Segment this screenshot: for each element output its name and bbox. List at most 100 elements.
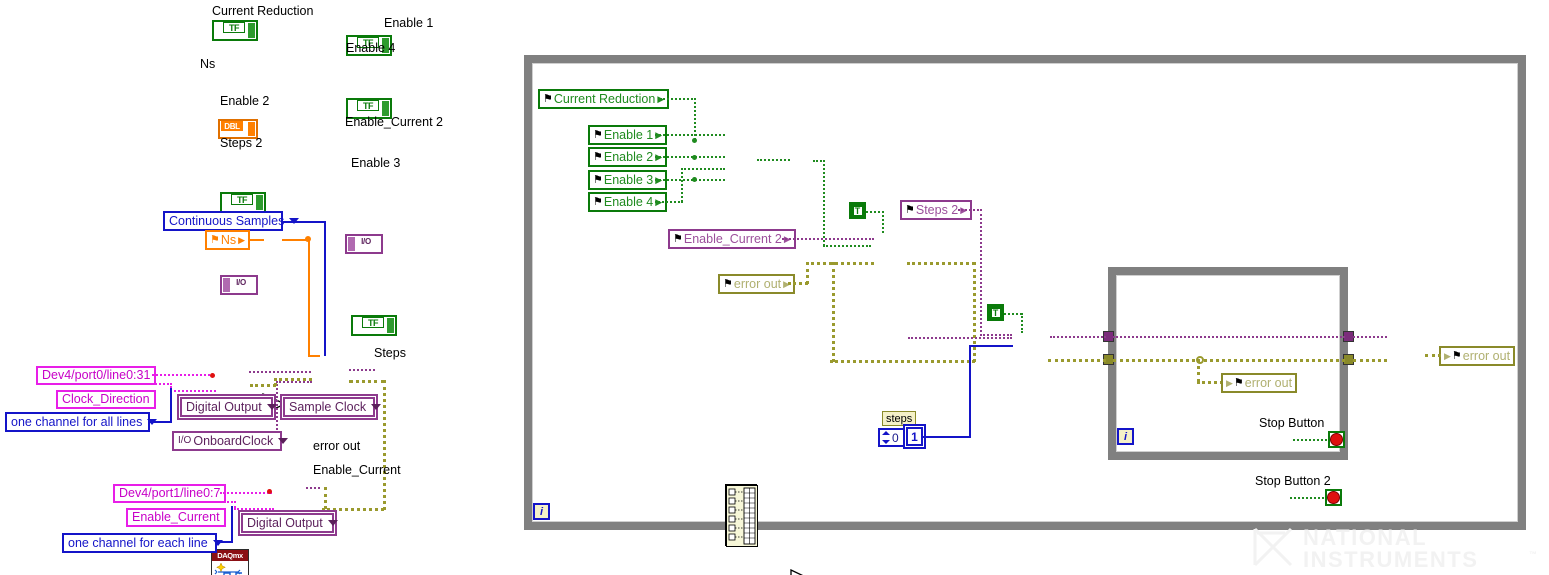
terminal-arrow-icon <box>387 318 394 333</box>
stop-icon <box>1327 491 1340 504</box>
inner-loop-conditional-terminal[interactable] <box>1328 431 1345 448</box>
local-variable-ns[interactable]: ⚑ Ns ▶ <box>205 230 251 250</box>
wire-steps-const-h <box>923 436 971 438</box>
terminal-arrow-icon: ▶ <box>238 234 246 245</box>
ring-digital-output-2-label: Digital Output <box>247 515 323 530</box>
wire-err-b <box>806 262 809 284</box>
wire-err-e <box>973 262 976 362</box>
label-enable-2: Enable 2 <box>220 94 270 108</box>
terminal-glyph-tf: TF <box>223 22 245 33</box>
string-constant-dev-port0-text: Dev4/port0/line0:31 <box>42 368 151 383</box>
iteration-label: i <box>539 505 544 518</box>
local-variable-final-error-out[interactable]: ▶ ⚑ error out <box>1439 346 1516 366</box>
wire-junction-bool-3 <box>692 177 697 182</box>
wire-e4-h1 <box>655 201 683 203</box>
terminal-glyph-dbl: DBL <box>221 121 243 131</box>
spinner-icon[interactable] <box>882 431 890 444</box>
wire-onechannel-each-v <box>231 506 233 542</box>
wire-timing-to-steps <box>349 369 375 371</box>
outer-loop-inner-border <box>532 63 1518 522</box>
terminal-glyph-tf: TF <box>231 194 253 205</box>
label-stop-button-2: Stop Button 2 <box>1255 474 1331 488</box>
local-variable-enable-current-2[interactable]: ⚑ Enable_Current 2 ▶ <box>668 229 796 249</box>
wire-e3-h <box>655 179 725 181</box>
home-icon: ⚑ <box>593 128 603 141</box>
local-variable-error-out-1-label: error out <box>733 276 782 291</box>
local-variable-error-out-1[interactable]: ⚑ error out ▶ <box>718 274 796 294</box>
steps-caption: steps <box>882 411 917 426</box>
terminal-enable-2[interactable]: TF <box>220 192 266 213</box>
wire-e4-v <box>681 168 683 202</box>
wire-steps2-h <box>958 209 982 211</box>
wire-increment-to-timing <box>308 355 320 357</box>
wire-cr-h <box>660 98 696 100</box>
ring-digital-output-2[interactable]: Digital Output <box>241 513 338 533</box>
wire-not-out-v <box>823 160 825 246</box>
wire-junction-bool-1 <box>692 138 697 143</box>
wire-devport0-to-daqmx1 <box>152 374 214 376</box>
label-current-reduction: Current Reduction <box>212 4 314 18</box>
terminal-enable-current-2[interactable]: I/O <box>345 234 383 254</box>
terminal-current-reduction[interactable]: TF <box>212 20 258 41</box>
wire-task-write1-to-write2 <box>908 337 1012 339</box>
terminal-enable-3[interactable]: TF <box>351 315 397 336</box>
string-constant-dev-port0[interactable]: Dev4/port0/line0:31 <box>36 366 157 385</box>
wire-enable-current-2-to-write <box>782 238 874 240</box>
wire-steps2-v <box>980 209 982 336</box>
outer-loop-iteration-terminal: i <box>533 503 550 520</box>
ring-one-channel-all-lines[interactable]: one channel for all lines <box>5 412 158 432</box>
stop-icon <box>1330 433 1343 446</box>
wire-stopbutton2-to-cond <box>1290 497 1324 499</box>
wire-task-to-clear <box>1353 336 1387 338</box>
wire-array-to-not <box>757 159 790 161</box>
ring-digital-output-1[interactable]: Digital Output <box>180 397 277 417</box>
wire-e2-h <box>655 156 725 158</box>
wire-task-inside-inner <box>1113 336 1345 338</box>
home-icon: ⚑ <box>210 233 220 246</box>
wire-task-to-enable-current <box>306 487 320 489</box>
string-constant-enable-current[interactable]: Enable_Current <box>126 508 226 527</box>
wire-error-2c <box>322 508 384 511</box>
wire-err-a <box>788 282 808 285</box>
io-constant-onboard-clock[interactable]: I/O OnboardClock <box>172 431 289 451</box>
wire-task-into-inner <box>1050 336 1106 338</box>
iteration-label: i <box>1123 430 1128 443</box>
label-error-out-left: error out <box>313 439 361 453</box>
inner-loop-iteration-terminal: i <box>1117 428 1134 445</box>
terminal-arrow-icon: ▶ <box>1226 377 1233 388</box>
string-constant-clock-direction[interactable]: Clock_Direction <box>56 390 156 409</box>
wire-clockdir-h1 <box>152 383 172 385</box>
wire-true1-v <box>882 211 884 233</box>
io-glyph-icon: I/O <box>178 435 192 446</box>
home-icon: ⚑ <box>593 195 603 208</box>
wire-not-to-write <box>823 245 871 247</box>
label-enable-current-2: Enable_Current 2 <box>345 115 443 129</box>
steps-numeric-value: 0 <box>892 430 899 445</box>
label-enable-1: Enable 1 <box>384 16 434 30</box>
local-variable-error-out-inner[interactable]: ▶ ⚑ error out <box>1221 373 1298 393</box>
build-array-node[interactable] <box>725 484 758 547</box>
wire-err-d <box>907 262 975 265</box>
wire-devport1-to-daqmx2 <box>220 492 272 494</box>
wire-increment-down <box>308 239 310 356</box>
label-steps-2: Steps 2 <box>220 136 263 150</box>
wire-onboardclock-h <box>276 381 312 383</box>
chevron-down-icon <box>371 404 382 410</box>
local-variable-current-reduction[interactable]: ⚑ Current Reduction ▶ <box>538 89 670 109</box>
steps-numeric-constant[interactable]: 1 <box>906 427 923 446</box>
not-function[interactable]: ¬ <box>789 568 817 575</box>
true-constant-1-label: T <box>852 205 863 216</box>
home-icon: ⚑ <box>723 277 733 290</box>
wire-error-1c <box>274 378 312 381</box>
terminal-steps-2[interactable]: I/O <box>220 275 258 295</box>
local-variable-ns-label: Ns <box>220 232 237 247</box>
true-constant-2[interactable]: T <box>987 304 1004 321</box>
true-constant-1[interactable]: T <box>849 202 866 219</box>
outer-loop-conditional-terminal[interactable] <box>1325 489 1342 506</box>
wire-err-g <box>832 262 835 362</box>
wire-steps2-to-write2 <box>980 334 1012 336</box>
ring-continuous-samples[interactable]: Continuous Samples <box>163 211 300 231</box>
string-constant-dev-port1[interactable]: Dev4/port1/line0:7 <box>113 484 227 503</box>
ring-sample-clock[interactable]: Sample Clock <box>283 397 382 417</box>
ring-one-channel-each-line[interactable]: one channel for each line <box>62 533 223 553</box>
